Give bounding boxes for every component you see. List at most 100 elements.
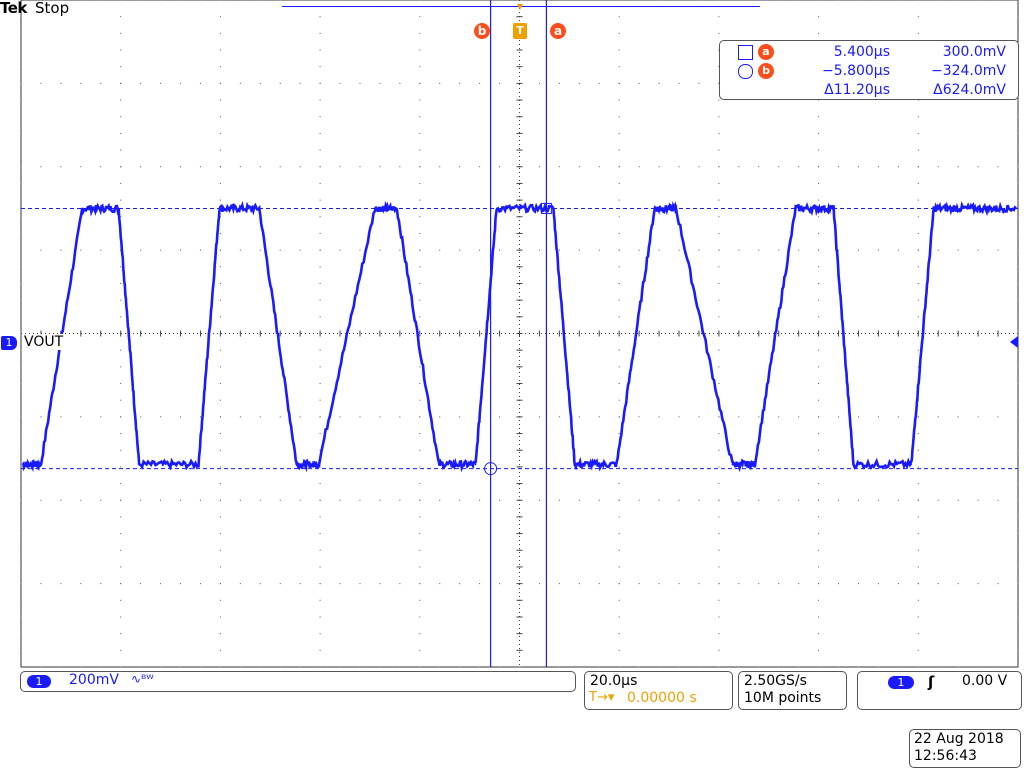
channel-settings-box[interactable]: 1 200mV ∿ᴮᵂ — [20, 671, 576, 692]
grid-dot — [638, 416, 640, 418]
grid-dot — [319, 0, 321, 1]
grid-dot — [140, 666, 142, 668]
cursor-a-tag[interactable]: a — [550, 23, 566, 39]
grid-dot — [818, 316, 820, 318]
grid-dot — [798, 0, 800, 1]
grid-dot — [818, 383, 820, 385]
grid-dot — [160, 0, 162, 1]
grid-dot — [339, 666, 341, 668]
grid-dot — [219, 666, 221, 668]
grid-dot — [219, 466, 221, 468]
grid-dot — [977, 249, 979, 251]
grid-dot — [618, 466, 620, 468]
channel-label: VOUT — [22, 334, 66, 350]
grid-dot — [718, 366, 720, 368]
grid-dot — [877, 249, 879, 251]
grid-dot — [319, 633, 321, 635]
grid-dot — [319, 666, 321, 668]
grid-dot — [618, 516, 620, 518]
grid-dot — [558, 666, 560, 668]
grid-dot — [538, 249, 540, 251]
grid-dot — [419, 499, 421, 501]
grid-dot — [1017, 633, 1019, 635]
trigger-tag[interactable]: T — [513, 23, 527, 39]
grid-dot — [857, 416, 859, 418]
grid-dot — [459, 416, 461, 418]
grid-dot — [1017, 533, 1019, 535]
grid-dot — [618, 366, 620, 368]
channel-ground-marker[interactable]: 1 — [1, 336, 17, 350]
time: 12:56:43 — [914, 748, 977, 764]
grid-dot — [897, 583, 899, 585]
grid-dot — [339, 249, 341, 251]
grid-dot — [598, 82, 600, 84]
grid-dot — [120, 666, 122, 668]
grid-dot — [618, 583, 620, 585]
grid-dot — [20, 216, 22, 218]
grid-dot — [857, 166, 859, 168]
cursor-a-time: 5.400µs — [833, 44, 890, 60]
grid-dot — [419, 383, 421, 385]
grid-dot — [160, 82, 162, 84]
grid-dot — [818, 433, 820, 435]
grid-dot — [319, 149, 321, 151]
grid-dot — [778, 166, 780, 168]
grid-dot — [120, 616, 122, 618]
timebase-box[interactable]: 20.0µs T→▾ 0.00000 s — [584, 671, 733, 710]
grid-dot — [917, 566, 919, 568]
acquisition-status: Stop — [35, 0, 70, 17]
grid-dot — [160, 583, 162, 585]
grid-dot — [120, 266, 122, 268]
grid-dot — [439, 416, 441, 418]
grid-dot — [20, 583, 22, 585]
grid-dot — [319, 349, 321, 351]
grid-dot — [857, 583, 859, 585]
cursor-b-tag[interactable]: b — [474, 23, 490, 39]
grid-dot — [319, 616, 321, 618]
grid-dot — [459, 499, 461, 501]
grid-dot — [558, 82, 560, 84]
grid-dot — [120, 499, 122, 501]
grid-dot — [957, 249, 959, 251]
grid-dot — [219, 99, 221, 101]
grid-dot — [319, 32, 321, 34]
trace-vertex — [317, 463, 320, 466]
grid-dot — [419, 666, 421, 668]
grid-dot — [558, 416, 560, 418]
grid-dot — [60, 249, 62, 251]
grid-dot — [219, 416, 221, 418]
grid-dot — [219, 449, 221, 451]
grid-dot — [977, 583, 979, 585]
grid-dot — [1017, 199, 1019, 201]
grid-dot — [857, 666, 859, 668]
grid-dot — [1017, 366, 1019, 368]
grid-dot — [798, 416, 800, 418]
grid-dot — [917, 583, 919, 585]
grid-dot — [738, 499, 740, 501]
grid-dot — [239, 249, 241, 251]
grid-dot — [1017, 449, 1019, 451]
grid-dot — [219, 249, 221, 251]
grid-dot — [439, 666, 441, 668]
grid-dot — [20, 32, 22, 34]
grid-dot — [758, 0, 760, 1]
grid-dot — [718, 449, 720, 451]
grid-dot — [499, 166, 501, 168]
grid-dot — [20, 182, 22, 184]
trace-vertex — [40, 463, 42, 466]
grid-dot — [219, 649, 221, 651]
grid-dot — [219, 566, 221, 568]
grid-dot — [598, 666, 600, 668]
trigger-box[interactable]: 1 ʃ 0.00 V — [857, 671, 1022, 710]
grid-dot — [120, 299, 122, 301]
grid-dot — [957, 499, 959, 501]
grid-dot — [658, 416, 660, 418]
cursor-delta-time: Δ11.20µs — [824, 82, 890, 98]
grid-dot — [199, 0, 201, 1]
grid-dot — [160, 499, 162, 501]
grid-dot — [20, 149, 22, 151]
grid-dot — [259, 416, 261, 418]
acquisition-box[interactable]: 2.50GS/s 10M points — [738, 671, 847, 710]
grid-dot — [618, 549, 620, 551]
grid-dot — [618, 49, 620, 51]
